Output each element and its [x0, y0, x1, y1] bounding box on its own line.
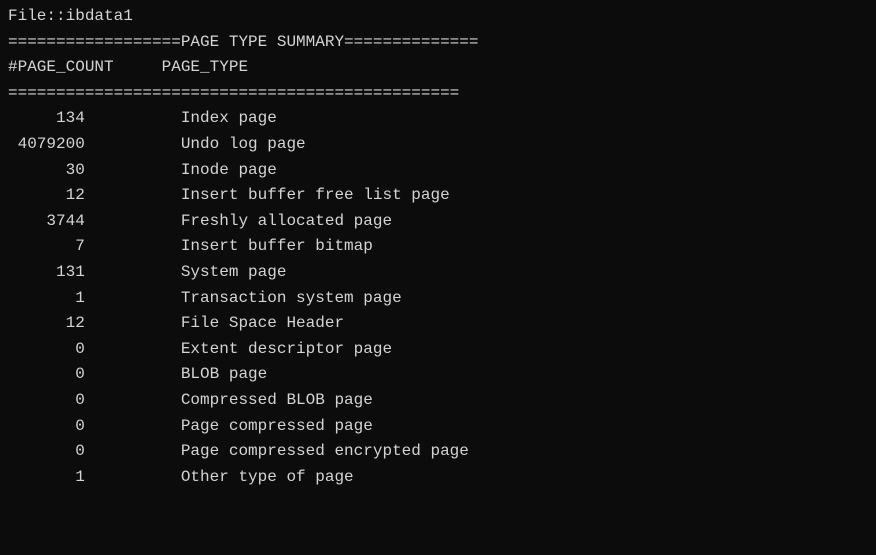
table-row: 4079200Undo log page	[8, 132, 868, 158]
page-type: Other type of page	[85, 465, 354, 491]
file-label: File::	[8, 7, 66, 25]
page-count: 12	[8, 311, 85, 337]
page-count: 1	[8, 465, 85, 491]
table-row: 1Other type of page	[8, 465, 868, 491]
page-type: Page compressed page	[85, 414, 373, 440]
page-count: 4079200	[8, 132, 85, 158]
table-row: 0Page compressed encrypted page	[8, 439, 868, 465]
table-row: 131System page	[8, 260, 868, 286]
table-row: 0Extent descriptor page	[8, 337, 868, 363]
page-type: Insert buffer free list page	[85, 183, 450, 209]
table-row: 12File Space Header	[8, 311, 868, 337]
page-type: File Space Header	[85, 311, 344, 337]
page-count: 30	[8, 158, 85, 184]
page-count: 0	[8, 388, 85, 414]
table-row: 0Compressed BLOB page	[8, 388, 868, 414]
page-type: Extent descriptor page	[85, 337, 392, 363]
page-count: 3744	[8, 209, 85, 235]
table-row: 7Insert buffer bitmap	[8, 234, 868, 260]
column-header-count: #PAGE_COUNT	[8, 55, 114, 81]
table-row: 0Page compressed page	[8, 414, 868, 440]
table-row: 134Index page	[8, 106, 868, 132]
file-line: File::ibdata1	[8, 4, 868, 30]
column-header-row: #PAGE_COUNTPAGE_TYPE	[8, 55, 868, 81]
page-type: Compressed BLOB page	[85, 388, 373, 414]
table-row: 0BLOB page	[8, 362, 868, 388]
page-type: Inode page	[85, 158, 277, 184]
divider: ========================================…	[8, 81, 868, 107]
table-row: 3744Freshly allocated page	[8, 209, 868, 235]
page-type: System page	[85, 260, 287, 286]
page-type: Transaction system page	[85, 286, 402, 312]
section-header: ==================PAGE TYPE SUMMARY=====…	[8, 30, 868, 56]
page-count: 134	[8, 106, 85, 132]
page-count: 7	[8, 234, 85, 260]
page-type: BLOB page	[85, 362, 267, 388]
file-name: ibdata1	[66, 7, 133, 25]
page-count: 1	[8, 286, 85, 312]
page-type: Insert buffer bitmap	[85, 234, 373, 260]
page-count: 0	[8, 439, 85, 465]
page-type: Page compressed encrypted page	[85, 439, 469, 465]
table-row: 30Inode page	[8, 158, 868, 184]
table-row: 12Insert buffer free list page	[8, 183, 868, 209]
page-type: Index page	[85, 106, 277, 132]
page-count: 0	[8, 362, 85, 388]
page-count: 131	[8, 260, 85, 286]
column-header-type: PAGE_TYPE	[114, 55, 248, 81]
table-row: 1Transaction system page	[8, 286, 868, 312]
page-type: Undo log page	[85, 132, 306, 158]
page-count: 12	[8, 183, 85, 209]
page-type: Freshly allocated page	[85, 209, 392, 235]
page-count: 0	[8, 337, 85, 363]
page-count: 0	[8, 414, 85, 440]
